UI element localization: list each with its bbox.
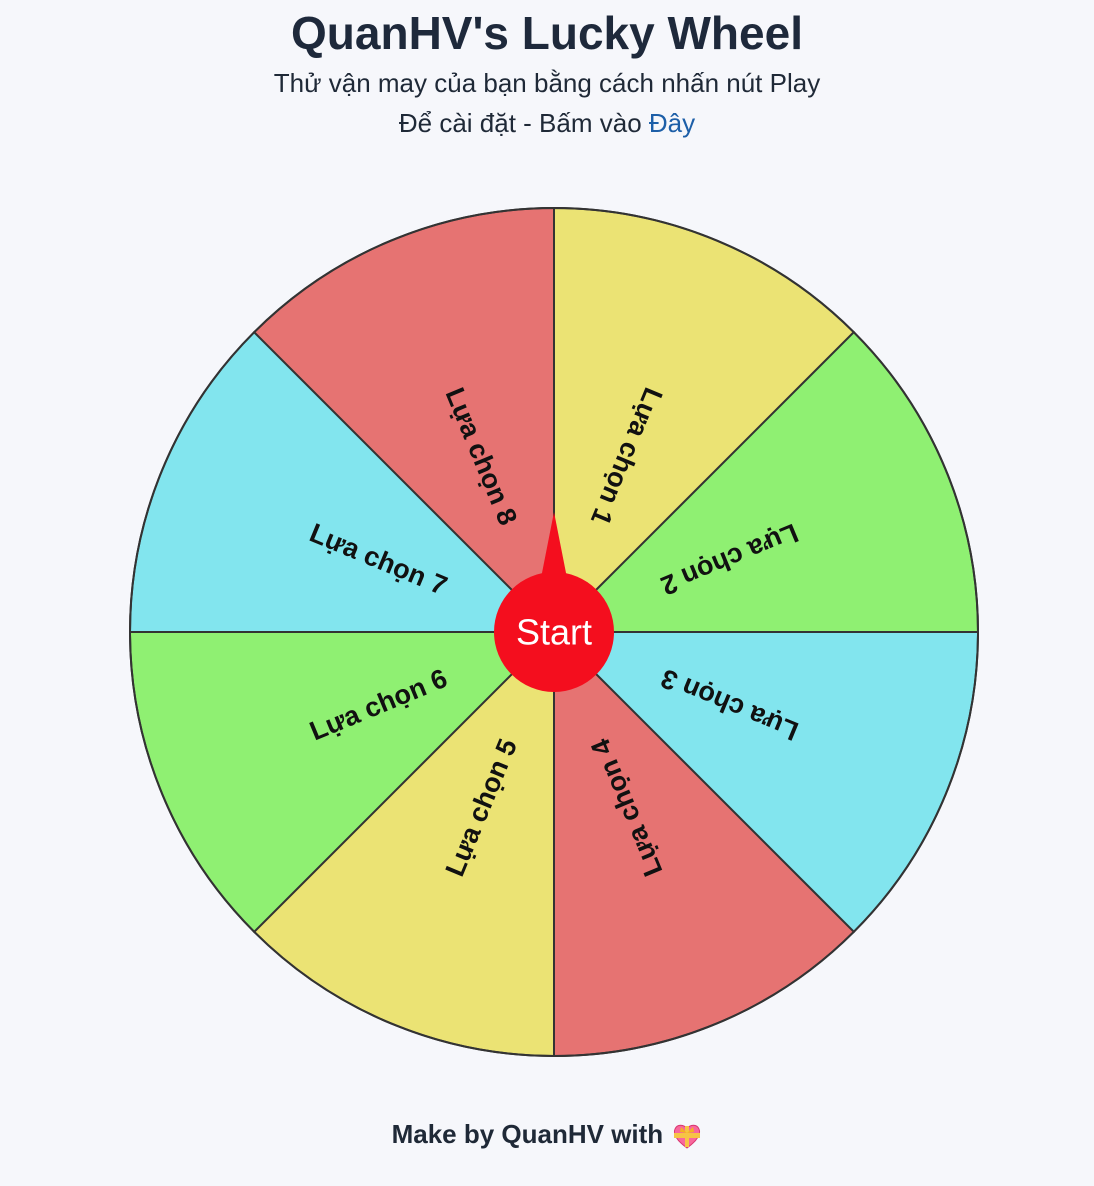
settings-hint-text: Để cài đặt - Bấm vào [398,108,649,138]
footer-text: Make by QuanHV with [391,1119,664,1149]
footer: Make by QuanHV with [0,1116,1094,1152]
settings-link[interactable]: Đây [649,108,695,138]
lucky-wheel: Lựa chọn 1 Lựa chọn 2 Lựa chọn 3 Lựa chọn 4… [128,206,980,1058]
start-button-label: Start [516,612,592,653]
page-title: QuanHV's Lucky Wheel [291,7,803,59]
page-subtitle: Thử vận may của bạn bằng cách nhấn nút P… [273,68,821,98]
settings-hint: Để cài đặt - Bấm vào Đây [0,106,1094,140]
heart-with-ribbon-icon [674,1124,701,1149]
